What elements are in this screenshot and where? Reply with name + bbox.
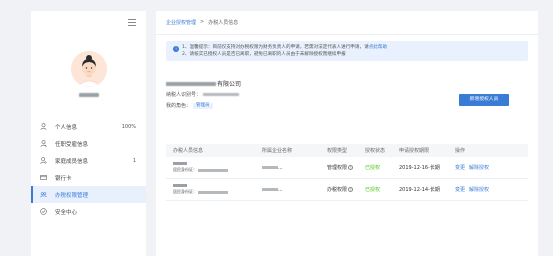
header-perm-type: 权限类型: [327, 148, 348, 154]
person-info: 居民身份证：: [173, 162, 228, 173]
notice-line-2: 2、请核实已授权人员是否已离职，避免已离职的人员由于未解除授权而继续申报: [182, 52, 346, 57]
add-authorized-person-button[interactable]: 新增授权人员: [459, 94, 509, 106]
sidebar-nav: 个人信息 100% 任职受雇信息 家庭成员信息 1 银行卡 办税权限管理 安全中…: [31, 118, 146, 220]
person-name-redacted: [173, 184, 187, 187]
sidebar-item-label: 银行卡: [55, 175, 72, 182]
person-info: 居民身份证：: [173, 184, 228, 195]
company-name-suffix: 有限公司: [217, 81, 242, 88]
notice-text: 1、温馨提示：目前仅支持对办税权限为财务负责人的申请，若需对法定代表人进行申请，…: [182, 45, 369, 50]
sidebar: 个人信息 100% 任职受雇信息 家庭成员信息 1 银行卡 办税权限管理 安全中…: [31, 11, 146, 256]
header-person-info: 办税人员信息: [173, 148, 204, 154]
sidebar-item-count: 1: [132, 157, 136, 164]
shield-icon: [40, 208, 47, 215]
breadcrumb-separator: >: [200, 19, 205, 25]
help-link[interactable]: 点此帮助: [369, 45, 387, 50]
company-cell: ...: [262, 165, 283, 171]
sidebar-item-label: 任职受雇信息: [55, 141, 89, 148]
sidebar-item-count: 100%: [121, 123, 136, 130]
company-ellipsis: ...: [278, 164, 283, 171]
card-icon: [40, 174, 47, 181]
breadcrumb-parent[interactable]: 企业授权管理: [166, 19, 196, 26]
user-icon: [40, 123, 47, 130]
id-label: 居民身份证：: [173, 189, 197, 194]
id-label: 居民身份证：: [173, 167, 197, 172]
role-tag: 管理员: [193, 102, 213, 109]
divider: [156, 34, 538, 35]
perm-type-cell: 管理权限?: [327, 164, 354, 171]
help-icon[interactable]: ?: [348, 165, 354, 170]
sidebar-item-tax-permission[interactable]: 办税权限管理: [31, 186, 146, 203]
header-company: 所属企业名称: [262, 148, 293, 154]
sidebar-item-label: 个人信息: [55, 124, 78, 131]
person-id: 居民身份证：: [173, 189, 228, 195]
main-panel: 企业授权管理 > 办税人员信息 i 1、温馨提示：目前仅支持对办税权限为财务负责…: [156, 11, 538, 256]
table-header: 办税人员信息 所属企业名称 权限类型 授权状态 申请授权期限 操作: [166, 144, 528, 157]
sidebar-item-personal-info[interactable]: 个人信息 100%: [31, 118, 146, 135]
role-label: 我的角色：: [166, 103, 192, 109]
help-icon[interactable]: ?: [348, 187, 354, 192]
tax-id: 纳税人识别号：: [166, 91, 240, 98]
info-icon: i: [173, 46, 179, 52]
users-icon: [40, 191, 47, 198]
actions-cell: 变更 解除授权: [455, 186, 489, 193]
header-period: 申请授权期限: [399, 148, 430, 154]
change-link[interactable]: 变更: [455, 164, 465, 171]
menu-icon[interactable]: [128, 19, 136, 26]
period-cell: 2019-12-16-长期: [399, 165, 440, 171]
header-status: 授权状态: [365, 148, 386, 154]
revoke-link[interactable]: 解除授权: [469, 164, 489, 171]
family-icon: [40, 157, 47, 164]
user-badge-icon: [40, 140, 47, 147]
status-cell: 已授权: [365, 165, 381, 171]
header-actions: 操作: [455, 148, 466, 154]
revoke-link[interactable]: 解除授权: [469, 186, 489, 193]
sidebar-item-family[interactable]: 家庭成员信息 1: [31, 152, 146, 169]
company-name-redacted: [166, 81, 216, 86]
company-name: 有限公司: [166, 79, 241, 88]
sidebar-item-label: 办税权限管理: [55, 192, 89, 199]
id-redacted: [198, 190, 228, 194]
perm-type-cell: 办税权限?: [327, 186, 354, 193]
company-cell: ...: [262, 187, 283, 193]
table-row: 居民身份证： ... 办税权限? 已授权 2019-12-14-长期 变更 解除…: [166, 179, 528, 201]
change-link[interactable]: 变更: [455, 186, 465, 193]
avatar: [71, 51, 107, 87]
sidebar-item-employment[interactable]: 任职受雇信息: [31, 135, 146, 152]
actions-cell: 变更 解除授权: [455, 164, 489, 171]
authorization-table: 办税人员信息 所属企业名称 权限类型 授权状态 申请授权期限 操作 居民身份证：…: [166, 144, 528, 201]
company-redacted: [262, 165, 278, 169]
company-ellipsis: ...: [278, 186, 283, 193]
notice-line-1: 1、温馨提示：目前仅支持对办税权限为财务负责人的申请，若需对法定代表人进行申请，…: [182, 44, 522, 51]
id-redacted: [198, 168, 228, 172]
sidebar-item-bank-card[interactable]: 银行卡: [31, 169, 146, 186]
notice-banner: i 1、温馨提示：目前仅支持对办税权限为财务负责人的申请，若需对法定代表人进行申…: [166, 41, 528, 61]
username: [79, 93, 99, 97]
tax-id-redacted: [203, 93, 240, 96]
table-row: 居民身份证： ... 管理权限? 已授权 2019-12-16-长期 变更 解除…: [166, 157, 528, 179]
period-cell: 2019-12-14-长期: [399, 187, 440, 193]
tax-id-label: 纳税人识别号：: [166, 92, 202, 98]
sidebar-item-label: 家庭成员信息: [55, 158, 89, 165]
person-id: 居民身份证：: [173, 167, 228, 173]
sidebar-item-label: 安全中心: [55, 209, 78, 216]
status-cell: 已授权: [365, 187, 381, 193]
company-redacted: [262, 187, 278, 191]
person-name-redacted: [173, 162, 187, 165]
sidebar-item-security[interactable]: 安全中心: [31, 203, 146, 220]
breadcrumb-current: 办税人员信息: [208, 20, 239, 26]
breadcrumb: 企业授权管理 > 办税人员信息: [166, 19, 238, 26]
perm-type: 办税权限: [327, 187, 348, 193]
my-role: 我的角色： 管理员: [166, 102, 213, 109]
perm-type: 管理权限: [327, 165, 348, 171]
